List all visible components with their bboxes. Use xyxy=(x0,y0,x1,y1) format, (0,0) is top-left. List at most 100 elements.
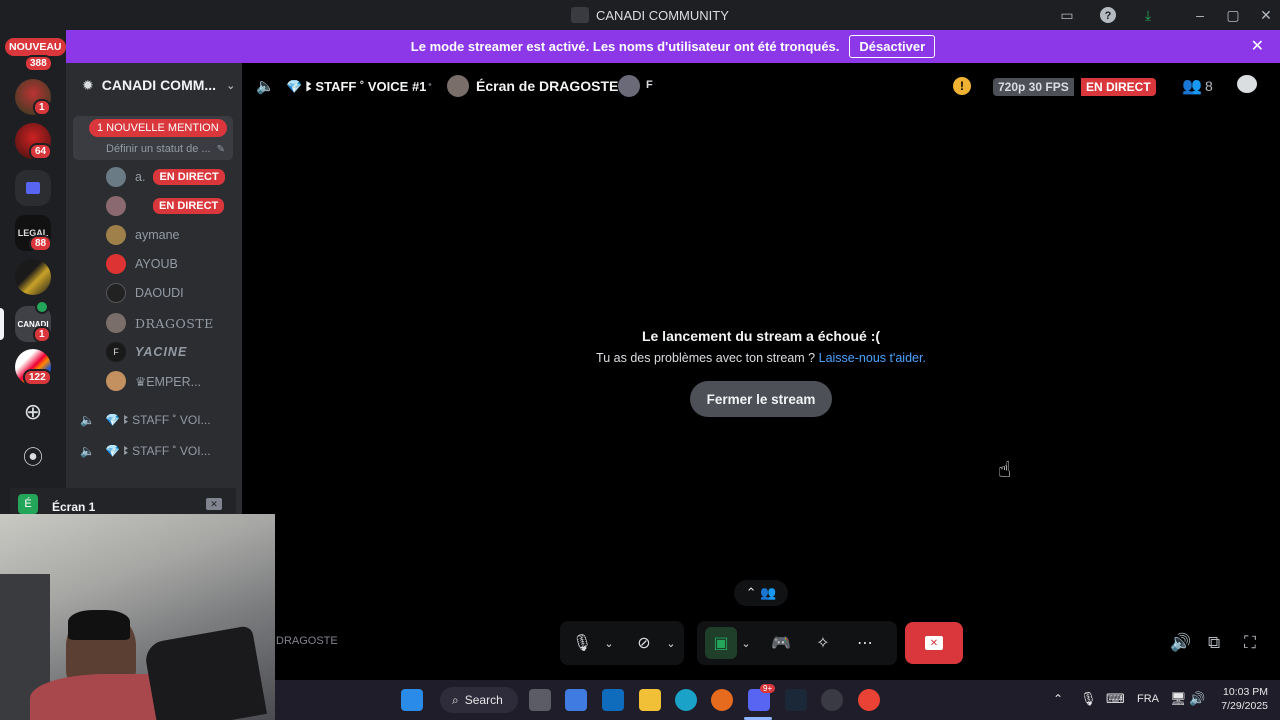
help-link[interactable]: Laisse-nous t'aider. xyxy=(819,351,926,365)
pop-out-icon[interactable]: ⧉ xyxy=(1208,633,1220,653)
disable-streamer-button[interactable]: Désactiver xyxy=(849,35,936,58)
status-placeholder[interactable]: Définir un statut de ... xyxy=(106,143,211,155)
speaker-icon[interactable]: 🔊 xyxy=(1189,691,1205,707)
minimize-icon[interactable]: – xyxy=(1186,4,1214,26)
share-screen-icon[interactable]: ▣ xyxy=(705,627,737,659)
server-badge: 1 xyxy=(33,99,51,116)
audio-video-controls: 🎙 ⌄ ⊘ ⌄ xyxy=(560,621,684,665)
viewer-avatar xyxy=(618,75,640,97)
stop-screen-icon: ✕ xyxy=(925,636,943,650)
volume-icon[interactable]: 🔊 xyxy=(1170,633,1191,653)
gamepad-icon[interactable]: 🎮 xyxy=(765,627,797,659)
obs-icon[interactable] xyxy=(821,689,843,711)
outlook-icon[interactable] xyxy=(602,689,624,711)
mic-options-chevron-icon[interactable]: ⌄ xyxy=(598,627,620,659)
stream-top-bar: 🔈 💎 ꔪ STAFF ˚ VOICE #1 • Écran de DRAGOS… xyxy=(242,63,1280,109)
warning-icon[interactable]: ! xyxy=(953,77,971,95)
server-badge: 88 xyxy=(29,235,53,252)
server-icon-4[interactable]: LEGAL 88 xyxy=(15,215,53,252)
screen-icon: É xyxy=(18,494,38,514)
file-explorer-icon[interactable] xyxy=(639,689,661,711)
store-icon[interactable] xyxy=(565,689,587,711)
steam-icon[interactable] xyxy=(785,689,807,711)
viewer-count: 8 xyxy=(1205,78,1213,94)
windows-start-icon[interactable] xyxy=(401,689,423,711)
avatar xyxy=(106,283,126,303)
activity-controls: ▣ ⌄ 🎮 ✧ ⋯ xyxy=(697,621,897,665)
chat-icon[interactable] xyxy=(1237,75,1257,93)
people-icon[interactable]: 👥 xyxy=(1182,76,1202,96)
speaker-locked-icon: 🔈 xyxy=(80,413,95,427)
clock[interactable]: 10:03 PM 7/29/2025 xyxy=(1210,685,1268,713)
chrome-icon[interactable] xyxy=(858,689,880,711)
new-mention-pill[interactable]: 1 NOUVELLE MENTION xyxy=(89,119,227,137)
language-indicator[interactable]: FRA xyxy=(1137,693,1159,705)
firefox-icon[interactable] xyxy=(711,689,733,711)
voice-status-icon xyxy=(35,300,49,314)
inbox-icon[interactable]: ▭ xyxy=(1056,5,1078,25)
voice-channel-label: 💎 ꔪ STAFF ˚ VOI... xyxy=(104,443,211,458)
help-icon[interactable]: ? xyxy=(1097,5,1119,25)
server-icon-2[interactable]: 64 xyxy=(15,123,53,160)
current-channel-card[interactable]: 1 NOUVELLE MENTION Définir un statut de … xyxy=(73,116,233,160)
server-icon-1[interactable]: 1 xyxy=(15,79,51,116)
avatar xyxy=(106,254,126,274)
stream-failed-title: Le lancement du stream a échoué :( xyxy=(641,328,881,344)
fullscreen-icon[interactable]: ⛶ xyxy=(1244,633,1256,653)
microphone-icon[interactable]: 🎙 xyxy=(566,627,598,659)
voice-channel-staff-2[interactable]: 🔈 💎 ꔪ STAFF ˚ VOI... xyxy=(80,408,211,432)
title-bar: CANADI COMMUNITY ▭ ? ⤓ – ▢ ✕ xyxy=(0,0,1280,30)
new-unreads-pill[interactable]: NOUVEAU xyxy=(5,38,66,56)
member-name: aymane xyxy=(135,228,180,242)
streamer-mode-banner: Le mode streamer est activé. Les noms d'… xyxy=(66,30,1280,63)
member-row[interactable]: aymane xyxy=(106,223,179,247)
avatar xyxy=(106,313,126,333)
close-window-icon[interactable]: ✕ xyxy=(1252,4,1280,26)
download-icon[interactable]: ⤓ xyxy=(1137,5,1159,25)
network-icon[interactable]: 🖥 xyxy=(1170,691,1187,707)
member-name: AYOUB xyxy=(135,257,178,271)
member-row[interactable]: F YACINE xyxy=(106,340,187,364)
member-row[interactable]: EN DIRECT xyxy=(106,194,225,218)
taskbar-search[interactable]: ⌕ Search xyxy=(440,687,518,713)
avatar xyxy=(106,196,126,216)
camera-options-chevron-icon[interactable]: ⌄ xyxy=(660,627,682,659)
server-header[interactable]: ✹ CANADI COMM... ⌄ xyxy=(66,63,242,107)
avatar: F xyxy=(106,342,126,362)
task-view-icon[interactable] xyxy=(529,689,551,711)
member-row[interactable]: AYOUB xyxy=(106,252,178,276)
keyboard-icon[interactable]: ⌨ xyxy=(1106,691,1125,707)
channel-name[interactable]: 💎 ꔪ STAFF ˚ VOICE #1 xyxy=(286,79,426,95)
member-row[interactable]: a. EN DIRECT xyxy=(106,165,225,189)
folder-icon[interactable] xyxy=(15,170,51,206)
discover-icon[interactable]: ⦿ xyxy=(15,437,51,473)
close-stream-button[interactable]: Fermer le stream xyxy=(690,381,832,417)
camera-off-icon[interactable]: ⊘ xyxy=(628,627,660,659)
tray-mic-icon[interactable]: 🎙 xyxy=(1080,691,1097,707)
stop-share-icon[interactable]: ✕ xyxy=(206,498,222,510)
more-options-icon[interactable]: ⋯ xyxy=(849,627,881,659)
stop-stream-button[interactable]: ✕ xyxy=(905,622,963,664)
expand-participants-button[interactable]: ⌃ 👥 xyxy=(734,580,788,606)
pencil-icon[interactable]: ✎ xyxy=(217,144,225,155)
member-row[interactable]: DAOUDI xyxy=(106,281,184,305)
server-icon-5[interactable] xyxy=(15,259,51,295)
new-count-badge: 388 xyxy=(24,55,53,72)
tray-chevron-icon[interactable]: ⌃ xyxy=(1053,692,1063,706)
add-server-icon[interactable]: ⊕ xyxy=(15,394,51,430)
stream-view: 🔈 💎 ꔪ STAFF ˚ VOICE #1 • Écran de DRAGOS… xyxy=(242,63,1280,680)
maximize-icon[interactable]: ▢ xyxy=(1219,4,1247,26)
member-name: YACINE xyxy=(135,345,188,359)
discord-icon[interactable]: 9+ xyxy=(748,684,776,711)
share-options-chevron-icon[interactable]: ⌄ xyxy=(737,627,755,659)
server-icon-7[interactable]: 122 xyxy=(15,349,52,386)
voice-channel-staff-3[interactable]: 🔈 💎 ꔪ STAFF ˚ VOI... xyxy=(80,439,211,463)
edge-icon[interactable] xyxy=(675,689,697,711)
member-row[interactable]: ♛EMPER... xyxy=(106,369,201,393)
server-icon-canadi[interactable]: CANADI 1 xyxy=(15,300,51,343)
close-banner-icon[interactable]: ✕ xyxy=(1251,36,1264,56)
streamer-avatar xyxy=(447,75,469,97)
viewer-initial: F xyxy=(646,79,653,91)
soundboard-icon[interactable]: ✧ xyxy=(807,627,839,659)
member-row[interactable]: DRAGOSTE xyxy=(106,311,214,335)
